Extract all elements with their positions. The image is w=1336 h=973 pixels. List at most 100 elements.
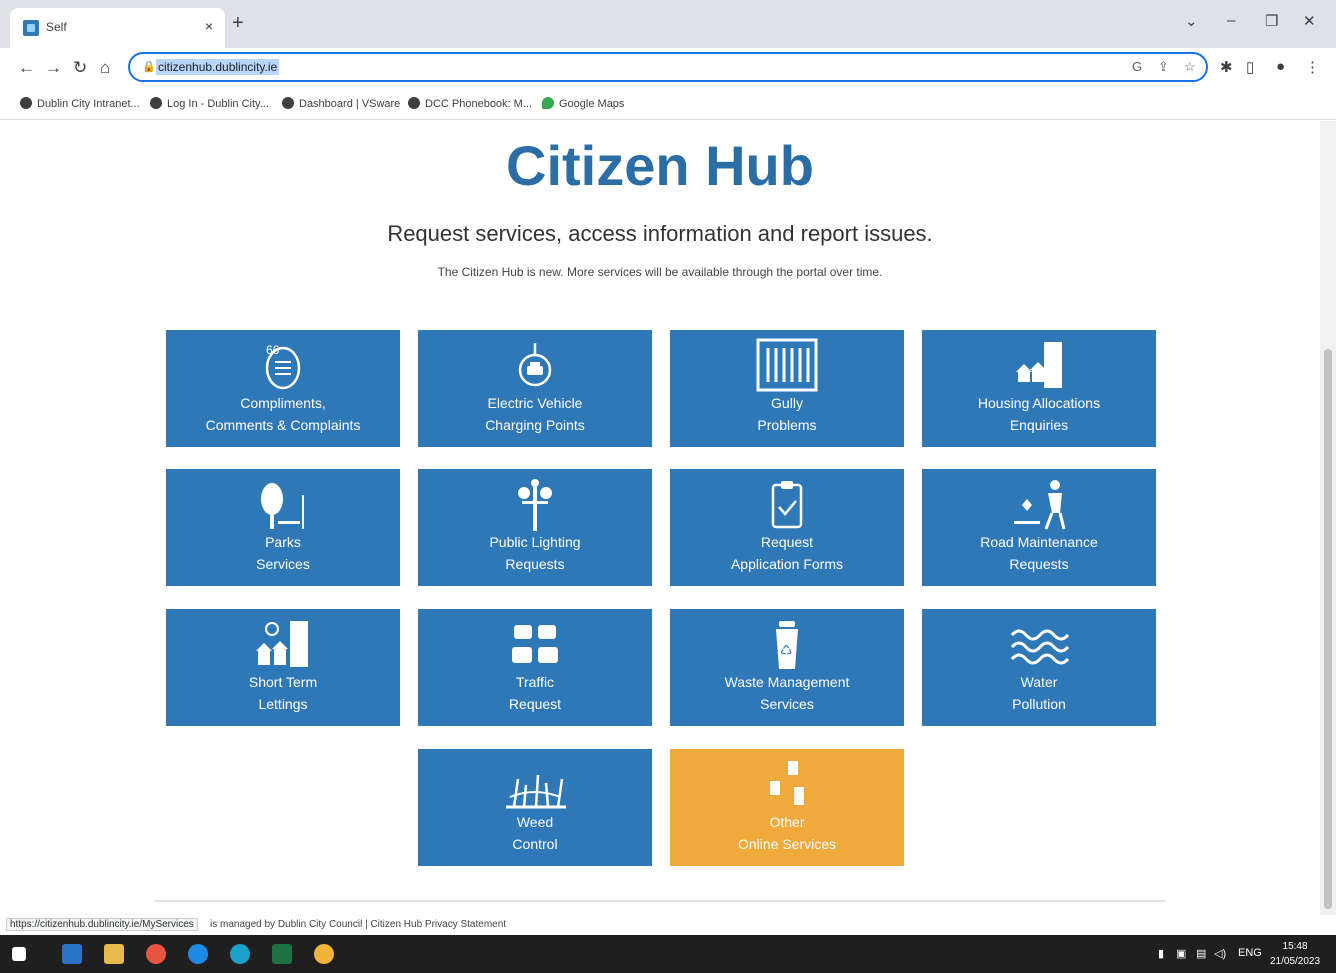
tree-bench-icon bbox=[261, 483, 304, 529]
tile-parks[interactable]: Parks Services bbox=[166, 469, 400, 586]
tile-label-line2: Services bbox=[256, 556, 310, 572]
tab-title: Self bbox=[46, 20, 67, 34]
bookmark-item[interactable]: Dublin City Intranet... bbox=[20, 97, 140, 110]
globe-icon bbox=[282, 97, 294, 109]
tile-label-line1: Gully bbox=[771, 395, 803, 411]
address-bar[interactable]: 🔒 citizenhub.dublincity.ie G ⇪ ☆ bbox=[128, 52, 1208, 82]
network-icon[interactable]: ▤ bbox=[1196, 947, 1206, 960]
volume-icon[interactable]: ◁) bbox=[1214, 947, 1226, 960]
battery-icon[interactable]: ▮ bbox=[1158, 947, 1164, 960]
tile-label-line2: Services bbox=[760, 696, 814, 712]
profile-icon[interactable]: ● bbox=[1276, 58, 1285, 75]
traffic-cars-icon bbox=[512, 625, 558, 663]
bookmark-star-icon[interactable]: ☆ bbox=[1184, 59, 1196, 75]
share-icon[interactable]: ⇪ bbox=[1158, 59, 1169, 75]
tile-road-maintenance[interactable]: Road Maintenance Requests bbox=[922, 469, 1156, 586]
tile-label-line2: Problems bbox=[757, 417, 817, 433]
outlook-icon[interactable] bbox=[62, 944, 82, 964]
start-button-icon[interactable] bbox=[12, 947, 26, 961]
tile-weed-control[interactable]: Weed Control bbox=[418, 749, 652, 866]
clock-date: 21/05/2023 bbox=[1270, 956, 1321, 967]
page-subtitle: Request services, access information and… bbox=[387, 221, 933, 246]
status-bar: https://citizenhub.dublincity.ie/MyServi… bbox=[0, 915, 1320, 935]
tab-close-icon[interactable]: × bbox=[205, 18, 213, 34]
tile-label-line1: Weed bbox=[516, 814, 554, 830]
tile-compliments[interactable]: 66 Compliments, Comments & Complaints bbox=[166, 330, 400, 447]
tile-public-lighting[interactable]: Public Lighting Requests bbox=[418, 469, 652, 586]
globe-icon bbox=[150, 97, 162, 109]
outlook-tray-icon[interactable]: ▣ bbox=[1176, 947, 1186, 960]
tile-label-line2: Control bbox=[512, 836, 558, 852]
forward-icon[interactable]: → bbox=[45, 58, 62, 78]
tile-label-line1: Short Term bbox=[248, 674, 318, 690]
tab-search-icon[interactable]: ⌄ bbox=[1185, 12, 1198, 30]
edge-icon[interactable] bbox=[230, 944, 250, 964]
menu-icon[interactable]: ⋮ bbox=[1305, 58, 1320, 76]
page-title: Citizen Hub bbox=[506, 134, 814, 197]
tile-label-line1: Other bbox=[769, 814, 805, 830]
new-tab-button[interactable]: + bbox=[232, 12, 244, 35]
tile-label-line2: Pollution bbox=[1012, 696, 1066, 712]
tile-label-line1: Public Lighting bbox=[489, 534, 581, 550]
tile-label-line1: Parks bbox=[265, 534, 301, 550]
globe-icon bbox=[20, 97, 32, 109]
reload-icon[interactable]: ↻ bbox=[73, 58, 87, 78]
footer-text[interactable]: is managed by Dublin City Council | Citi… bbox=[210, 919, 506, 930]
bookmark-item[interactable]: Log In - Dublin City... bbox=[150, 97, 269, 110]
tile-label-line1: Traffic bbox=[515, 674, 555, 690]
maps-icon[interactable] bbox=[188, 944, 208, 964]
system-clock[interactable]: 15:48 21/05/2023 bbox=[1270, 939, 1320, 969]
home-icon[interactable]: ⌂ bbox=[100, 58, 110, 78]
chrome-icon[interactable] bbox=[146, 944, 166, 964]
bookmark-item[interactable]: Google Maps bbox=[542, 97, 624, 110]
scrollbar-thumb[interactable] bbox=[1324, 349, 1332, 909]
side-panel-icon[interactable]: ▯ bbox=[1246, 58, 1254, 76]
lock-icon[interactable]: 🔒 bbox=[142, 60, 156, 73]
url-text[interactable]: citizenhub.dublincity.ie bbox=[156, 59, 280, 75]
tile-label-line2: Request bbox=[508, 696, 562, 712]
svg-text:66: 66 bbox=[266, 343, 280, 357]
tile-traffic[interactable]: Traffic Request bbox=[418, 609, 652, 726]
short-term-housing-icon bbox=[256, 621, 308, 667]
tile-application-forms[interactable]: Request Application Forms bbox=[670, 469, 904, 586]
language-indicator[interactable]: ENG bbox=[1238, 947, 1262, 959]
tile-gully[interactable]: Gully Problems bbox=[670, 330, 904, 447]
tile-label-line2: Online Services bbox=[737, 836, 837, 852]
chrome-active-icon[interactable] bbox=[314, 944, 334, 964]
tile-label-line2: Requests bbox=[505, 556, 565, 572]
tile-label-line1: Road Maintenance bbox=[980, 534, 1098, 550]
water-waves-icon bbox=[1010, 629, 1070, 665]
tile-label-line2: Charging Points bbox=[485, 417, 585, 433]
recycle-bin-icon: ♺ bbox=[776, 621, 798, 669]
drain-grate-icon bbox=[756, 338, 818, 392]
excel-icon[interactable] bbox=[272, 944, 292, 964]
ev-charging-icon bbox=[518, 343, 552, 387]
back-icon[interactable]: ← bbox=[18, 58, 35, 78]
google-icon[interactable]: G bbox=[1132, 59, 1142, 74]
close-window-button[interactable]: ✕ bbox=[1303, 12, 1316, 30]
tile-label-line1: Water bbox=[1020, 674, 1058, 690]
tile-housing-allocations[interactable]: Housing Allocations Enquiries bbox=[922, 330, 1156, 447]
bookmark-item[interactable]: Dashboard | VSware bbox=[282, 97, 400, 110]
page-scrollbar[interactable] bbox=[1320, 121, 1336, 915]
footer-divider bbox=[155, 900, 1165, 902]
tile-label-line1: Request bbox=[760, 534, 814, 550]
minimize-button[interactable]: – bbox=[1227, 12, 1235, 29]
tile-waste-management[interactable]: ♺ Waste Management Services bbox=[670, 609, 904, 726]
tile-water-pollution[interactable]: Water Pollution bbox=[922, 609, 1156, 726]
clipboard-check-icon bbox=[771, 481, 803, 529]
tile-short-term-lettings[interactable]: Short Term Lettings bbox=[166, 609, 400, 726]
extensions-icon[interactable]: ✱ bbox=[1220, 58, 1233, 76]
tile-ev-charging[interactable]: Electric Vehicle Charging Points bbox=[418, 330, 652, 447]
file-explorer-icon[interactable] bbox=[104, 944, 124, 964]
page-note: The Citizen Hub is new. More services wi… bbox=[437, 265, 883, 279]
tile-other-online-services[interactable]: Other Online Services bbox=[670, 749, 904, 866]
browser-tab[interactable]: Self × bbox=[10, 8, 225, 48]
windows-taskbar: ▮ ▣ ▤ ◁) ENG 15:48 21/05/2023 bbox=[0, 935, 1336, 973]
maximize-button[interactable]: ❐ bbox=[1265, 12, 1278, 30]
weed-grass-icon bbox=[506, 774, 566, 809]
castle-towers-icon bbox=[770, 761, 804, 805]
svg-text:♺: ♺ bbox=[780, 643, 793, 659]
bookmark-item[interactable]: DCC Phonebook: M... bbox=[408, 97, 532, 110]
tile-label-line2: Application Forms bbox=[730, 556, 844, 572]
